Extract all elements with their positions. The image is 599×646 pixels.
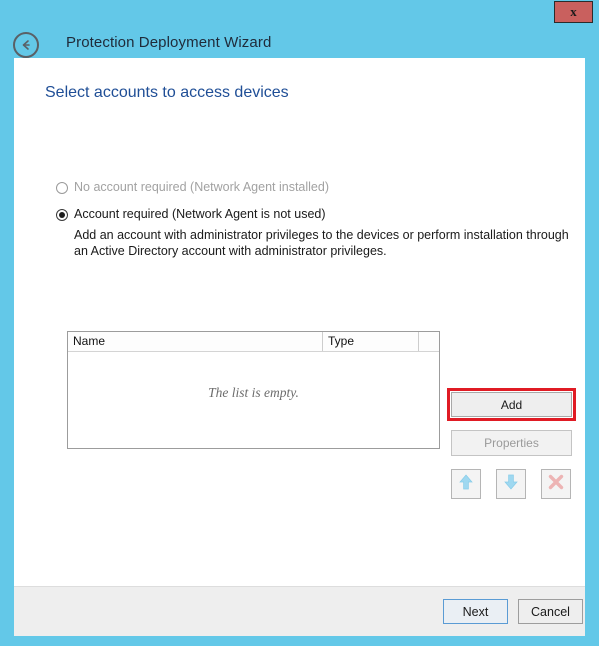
move-up-button[interactable] [451,469,481,499]
close-icon[interactable]: x [554,1,593,23]
back-button[interactable] [13,32,39,58]
add-button[interactable]: Add [451,392,572,417]
arrow-down-icon [501,472,521,497]
back-arrow-icon [19,38,33,52]
radio-icon-unselected [56,182,68,194]
delete-button[interactable] [541,469,571,499]
column-header-type[interactable]: Type [323,332,419,351]
window-title-bar: x Protection Deployment Wizard [0,0,599,58]
cancel-button[interactable]: Cancel [518,599,583,624]
option-description-text: Add an account with administrator privil… [74,228,569,258]
wizard-content-panel: Select accounts to access devices No acc… [14,58,585,636]
radio-option-account-required[interactable]: Account required (Network Agent is not u… [56,207,326,222]
page-title: Select accounts to access devices [45,84,289,101]
next-button[interactable]: Next [443,599,508,624]
radio-label-account-required: Account required (Network Agent is not u… [74,207,326,221]
empty-list-message: The list is empty. [208,385,299,400]
accounts-list-box[interactable]: Name Type The list is empty. [67,331,440,449]
move-down-button[interactable] [496,469,526,499]
radio-icon-selected [56,209,68,221]
radio-label-no-account-required: No account required (Network Agent insta… [74,180,329,194]
properties-button[interactable]: Properties [451,430,572,456]
accounts-list-header: Name Type [68,332,439,352]
column-header-spacer [419,332,439,351]
arrow-up-icon [456,472,476,497]
wizard-footer: Next Cancel [14,586,585,636]
wizard-title: Protection Deployment Wizard [66,34,272,51]
delete-x-icon [546,472,566,497]
column-header-name[interactable]: Name [68,332,323,351]
radio-option-no-account-required[interactable]: No account required (Network Agent insta… [56,180,329,195]
